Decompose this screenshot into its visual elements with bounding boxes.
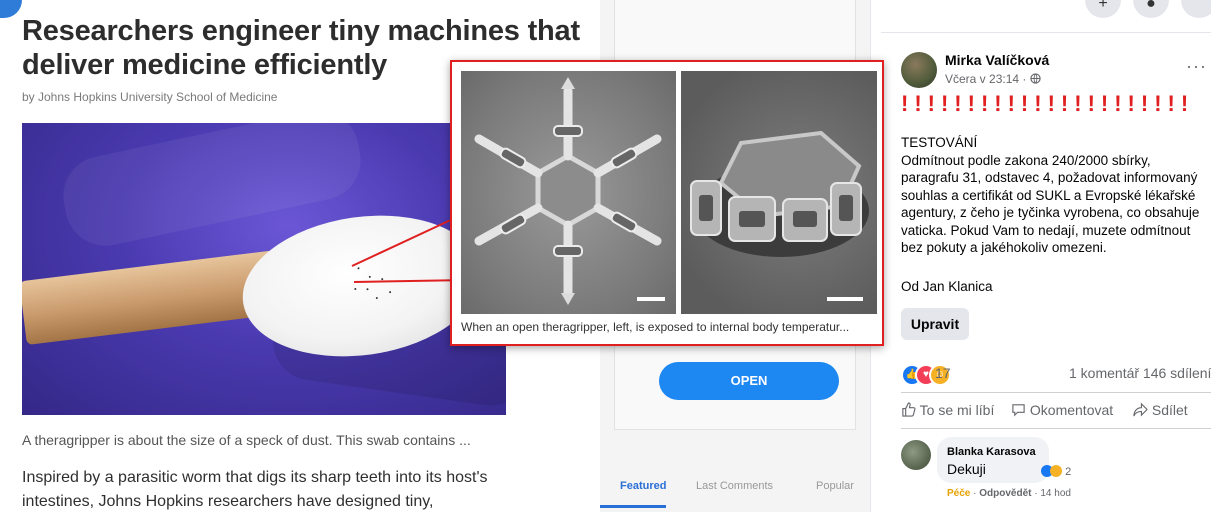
zoom-inset[interactable]: When an open theragripper, left, is expo…	[450, 60, 884, 346]
messenger-icon[interactable]: ●	[1133, 0, 1169, 18]
scale-bar	[637, 297, 665, 301]
more-options-icon[interactable]: ···	[1186, 56, 1207, 77]
share-button[interactable]: Sdílet	[1133, 402, 1188, 418]
commenter-name[interactable]: Blanka Karasova	[947, 446, 1036, 458]
tab-last-comments[interactable]: Last Comments	[696, 480, 773, 492]
closed-gripper-illustration	[690, 130, 869, 257]
care-reaction-icon	[1050, 465, 1062, 477]
comments-shares-count[interactable]: 1 komentář 146 sdílení	[1069, 365, 1211, 381]
post-time-text: Včera v 23:14 ·	[945, 72, 1030, 86]
post-line: Odmítnout podle zakona 240/2000 sbírky,	[901, 152, 1151, 168]
image-caption: A theragripper is about the size of a sp…	[22, 432, 471, 448]
post-line: agentury, z čeho je tyčinka vyrobena, co…	[901, 205, 1200, 220]
notifications-icon[interactable]	[1181, 0, 1211, 18]
article-hero-image[interactable]	[22, 123, 506, 415]
comment-icon	[1012, 404, 1025, 417]
zoom-caption: When an open theragripper, left, is expo…	[461, 320, 850, 334]
article-body: Inspired by a parasitic worm that digs i…	[22, 469, 488, 510]
reaction-count[interactable]: 17	[935, 365, 951, 381]
share-label: Sdílet	[1151, 402, 1188, 418]
active-tab-indicator	[600, 505, 666, 508]
facebook-post: + ● Mirka Valíčková Včera v 23:14 · ··· …	[870, 0, 1211, 512]
snowflake-gripper-illustration	[474, 77, 662, 305]
care-link[interactable]: Péče	[947, 488, 970, 499]
divider	[881, 32, 1211, 33]
post-text: TESTOVÁNÍ Odmítnout podle zakona 240/200…	[901, 134, 1211, 257]
tab-featured[interactable]: Featured	[620, 480, 666, 492]
like-label: To se mi líbí	[919, 402, 995, 418]
globe-icon	[1030, 73, 1041, 84]
author-avatar[interactable]	[901, 52, 937, 88]
post-author[interactable]: Mirka Valíčková	[945, 52, 1049, 68]
article-byline[interactable]: by Johns Hopkins University School of Me…	[22, 90, 277, 104]
sidebar-tabs: Featured Last Comments Popular	[600, 470, 870, 512]
tab-popular[interactable]: Popular	[816, 480, 854, 492]
divider	[901, 392, 1211, 393]
corner-badge	[0, 0, 22, 18]
post-from: Od Jan Klanica	[901, 279, 993, 294]
share-icon	[1133, 402, 1148, 417]
post-exclaim: !!!!!!!!!!!!!!!!!!!!!!	[901, 91, 1195, 116]
comment-actions: Péče · Odpovědět · 14 hod	[947, 488, 1071, 499]
comment-age: 14 hod	[1040, 488, 1071, 499]
comment-button[interactable]: Okomentovat	[1011, 402, 1113, 418]
like-button[interactable]: To se mi líbí	[901, 402, 994, 418]
post-line: paragrafu 31, odstavec 4, požadovat info…	[901, 170, 1198, 185]
post-line: bez pokuty a jakéhokoliv omezeni.	[901, 240, 1107, 255]
commenter-avatar[interactable]	[901, 440, 931, 470]
comment-reactions[interactable]: 2	[1041, 465, 1071, 478]
add-icon[interactable]: +	[1085, 0, 1121, 18]
open-button[interactable]: OPEN	[659, 362, 839, 400]
post-line: vaticka. Pokud Vam to nedají, muzete odm…	[901, 222, 1191, 238]
open-theragripper-image	[461, 71, 676, 314]
edit-button[interactable]: Upravit	[901, 308, 969, 340]
comment-reaction-count: 2	[1065, 466, 1072, 478]
reply-link[interactable]: Odpovědět	[979, 488, 1031, 499]
post-timestamp[interactable]: Včera v 23:14 ·	[945, 72, 1041, 86]
divider	[901, 428, 1211, 429]
post-actions: To se mi líbí Okomentovat Sdílet	[901, 402, 1211, 424]
post-line: TESTOVÁNÍ	[901, 135, 978, 150]
post-line: souhlas a certifikát od SUKL a Evropské …	[901, 187, 1196, 203]
closed-theragripper-image	[681, 71, 877, 314]
thumbs-up-icon	[902, 402, 916, 417]
comment-label: Okomentovat	[1029, 402, 1114, 418]
comment-text: Dekuji	[947, 461, 986, 477]
scale-bar	[827, 297, 863, 301]
